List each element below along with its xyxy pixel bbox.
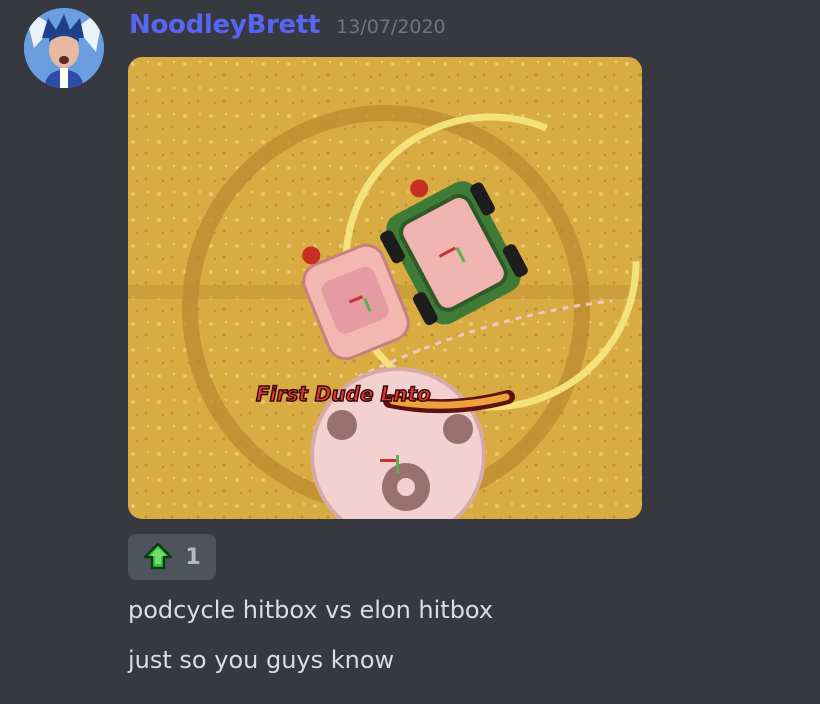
game-screenshot-image: First Dude Lnto xyxy=(128,57,642,519)
user-avatar[interactable] xyxy=(24,8,104,88)
reaction-button[interactable]: 1 xyxy=(128,534,216,580)
message-text-line-2: just so you guys know xyxy=(128,646,395,674)
reaction-count: 1 xyxy=(185,544,201,570)
chat-message: NoodleyBrett 13/07/2020 First Dude Lnto … xyxy=(0,0,820,704)
message-text-line-1: podcycle hitbox vs elon hitbox xyxy=(128,596,494,624)
player-name-tag: First Dude Lnto xyxy=(256,382,431,406)
username[interactable]: NoodleyBrett xyxy=(129,10,320,40)
avatar-image xyxy=(24,8,104,88)
timestamp: 13/07/2020 xyxy=(336,16,446,38)
image-attachment[interactable]: First Dude Lnto xyxy=(128,57,642,519)
message-header: NoodleyBrett 13/07/2020 xyxy=(129,10,446,46)
green-up-arrow-icon xyxy=(143,542,173,572)
